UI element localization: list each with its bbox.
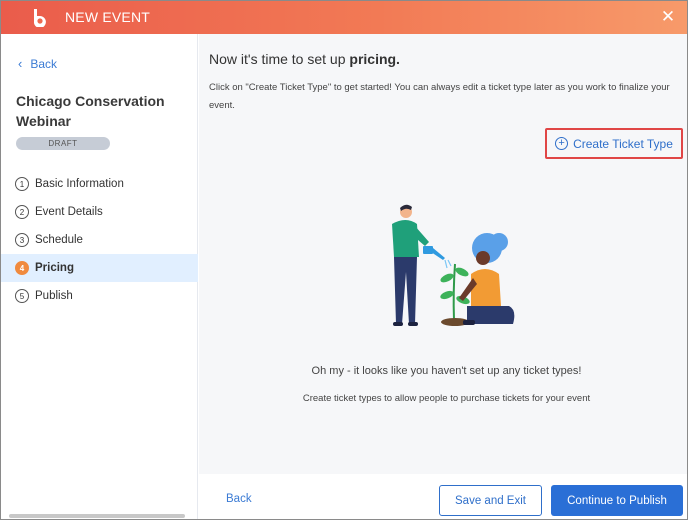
- page-description: Click on "Create Ticket Type" to get sta…: [209, 82, 670, 111]
- close-icon[interactable]: ✕: [659, 7, 677, 27]
- new-event-window: NEW EVENT ✕ ‹ Back Chicago Conservation …: [0, 0, 688, 520]
- step-pricing[interactable]: 4 Pricing: [1, 254, 198, 282]
- header-bar: NEW EVENT ✕: [1, 1, 687, 34]
- step-label: Publish: [35, 290, 73, 302]
- page-title-prefix: Now it's time to set up: [209, 51, 350, 67]
- sidebar-back-link[interactable]: ‹ Back: [18, 56, 57, 71]
- watering-plant-illustration: [392, 204, 515, 326]
- step-number-icon: 4: [15, 261, 29, 275]
- step-publish[interactable]: 5 Publish: [1, 282, 198, 310]
- sidebar: ‹ Back Chicago Conservation Webinar DRAF…: [1, 34, 198, 519]
- header-title: NEW EVENT: [65, 9, 151, 25]
- page-title-emphasis: pricing.: [349, 51, 400, 67]
- sidebar-scrollbar[interactable]: [9, 514, 185, 518]
- step-number-icon: 1: [15, 177, 29, 191]
- empty-state-subtitle: Create ticket types to allow people to p…: [302, 393, 591, 404]
- plus-circle-icon: +: [555, 137, 569, 150]
- step-basic-information[interactable]: 1 Basic Information: [1, 170, 198, 198]
- step-number-icon: 2: [15, 205, 29, 219]
- footer-bar: Back Save and Exit Continue to Publish: [199, 474, 687, 519]
- status-badge: DRAFT: [16, 137, 110, 150]
- step-number-icon: 3: [15, 233, 29, 247]
- step-schedule[interactable]: 3 Schedule: [1, 226, 198, 254]
- create-ticket-type-label: Create Ticket Type: [573, 136, 673, 151]
- save-and-exit-button[interactable]: Save and Exit: [439, 485, 542, 516]
- step-label: Pricing: [35, 262, 74, 274]
- continue-to-publish-button[interactable]: Continue to Publish: [551, 485, 683, 516]
- page-title: Now it's time to set up pricing.: [209, 51, 400, 67]
- empty-state-title: Oh my - it looks like you haven't set up…: [311, 365, 582, 377]
- step-number-icon: 5: [15, 289, 29, 303]
- step-label: Event Details: [35, 206, 103, 218]
- step-label: Basic Information: [35, 178, 124, 190]
- event-title: Chicago Conservation Webinar: [16, 93, 165, 129]
- footer-back-button[interactable]: Back: [226, 493, 252, 505]
- chevron-left-icon: ‹: [18, 56, 23, 71]
- create-ticket-type-button[interactable]: + Create Ticket Type: [545, 128, 683, 159]
- sidebar-back-label: Back: [30, 56, 58, 71]
- main-content: Now it's time to set up pricing. Click o…: [199, 34, 687, 474]
- step-list: 1 Basic Information 2 Event Details 3 Sc…: [1, 170, 198, 310]
- step-label: Schedule: [35, 234, 83, 246]
- b-logo-icon: [34, 9, 46, 27]
- step-event-details[interactable]: 2 Event Details: [1, 198, 198, 226]
